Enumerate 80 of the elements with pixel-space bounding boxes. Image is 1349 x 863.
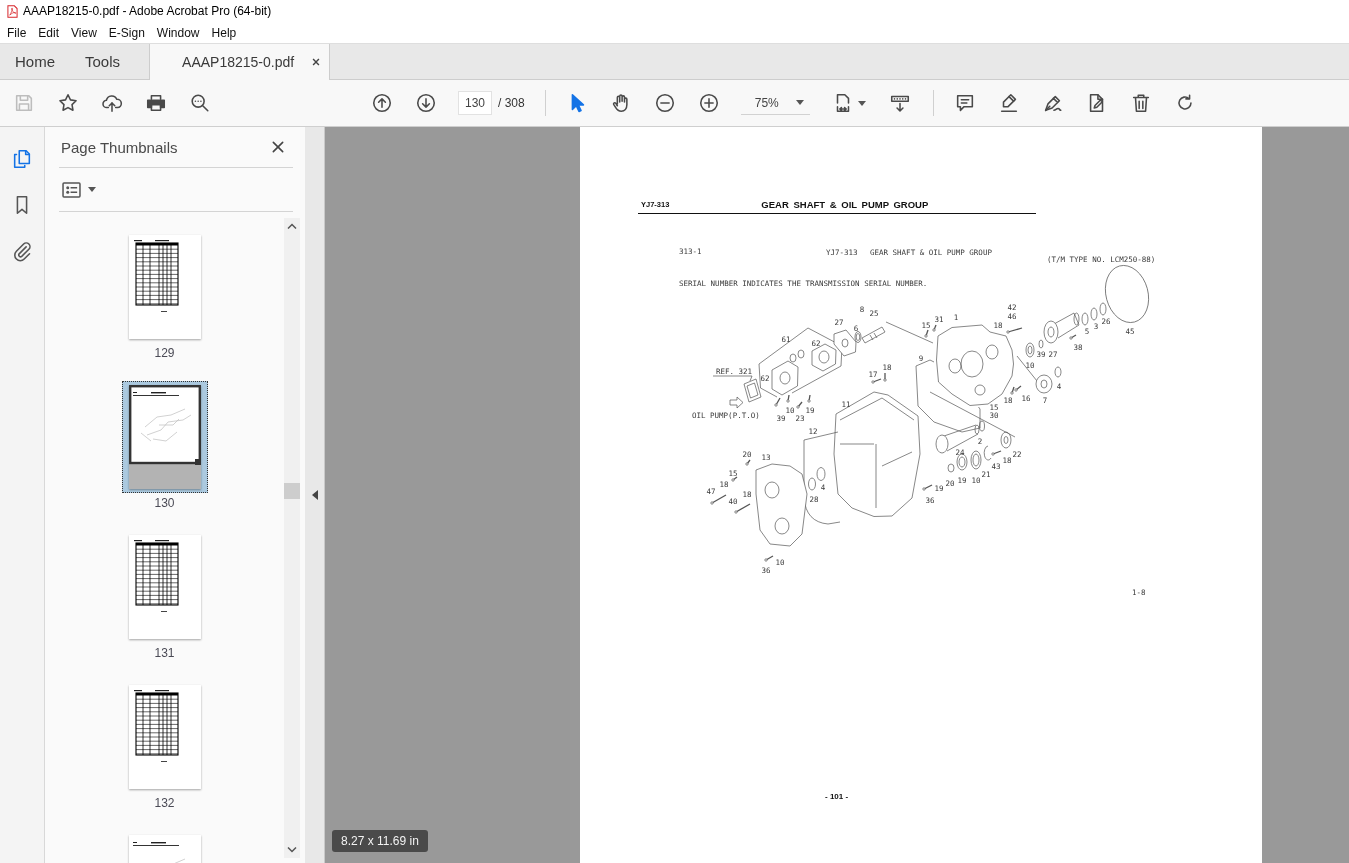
leader-line bbox=[712, 375, 753, 382]
bolt bbox=[991, 450, 1002, 456]
menu-item[interactable]: Help bbox=[205, 25, 243, 40]
pointer-arrow-icon bbox=[729, 396, 744, 409]
bolt bbox=[774, 397, 781, 407]
mounting-plate bbox=[833, 329, 857, 357]
caret-down-icon[interactable] bbox=[88, 187, 96, 192]
pump-shaft bbox=[861, 326, 886, 344]
tab[interactable]: Tools bbox=[70, 44, 136, 79]
menu-item[interactable]: E-Sign bbox=[102, 25, 151, 40]
page-size-tooltip: 8.27 x 11.69 in bbox=[332, 830, 428, 852]
collar-ring bbox=[979, 420, 985, 432]
paperclip-icon[interactable] bbox=[11, 240, 33, 262]
bolt bbox=[796, 401, 803, 409]
bolt bbox=[1069, 334, 1077, 340]
menu-item[interactable]: Window bbox=[150, 25, 206, 40]
arrow-down-circle-icon[interactable] bbox=[415, 92, 437, 114]
bolt bbox=[922, 484, 933, 491]
page-count: / 308 bbox=[498, 96, 525, 110]
gear-shaft bbox=[935, 424, 980, 454]
guide-line bbox=[1016, 355, 1038, 382]
bearing bbox=[970, 450, 982, 470]
bearing bbox=[956, 453, 968, 471]
page-number: - 101 - bbox=[825, 791, 849, 803]
collapse-arrow-icon[interactable] bbox=[311, 490, 318, 500]
caret-up-icon[interactable] bbox=[287, 223, 297, 229]
bolt bbox=[932, 324, 937, 332]
guide-line bbox=[885, 321, 934, 344]
washer bbox=[947, 463, 955, 473]
bolt bbox=[786, 394, 790, 403]
printer-icon[interactable] bbox=[145, 92, 167, 114]
star-icon[interactable] bbox=[57, 92, 79, 114]
output-shaft bbox=[1043, 312, 1080, 344]
page-number-label: 130 bbox=[154, 495, 175, 511]
zoom-field[interactable]: 75% bbox=[740, 91, 810, 115]
scrollbar-thumb[interactable] bbox=[284, 483, 300, 499]
scrollbar[interactable] bbox=[284, 218, 300, 858]
seal-ring bbox=[816, 467, 826, 481]
pages-icon[interactable] bbox=[11, 148, 33, 170]
oil-seal bbox=[854, 331, 862, 343]
menu-item[interactable]: File bbox=[1, 25, 33, 40]
bolt bbox=[807, 394, 811, 403]
menu-item[interactable]: Edit bbox=[32, 25, 66, 40]
seal-ring bbox=[1054, 366, 1062, 378]
zoom-in-icon[interactable] bbox=[697, 92, 720, 114]
pdf-file-icon bbox=[7, 4, 18, 18]
page-number-field[interactable]: 130 bbox=[458, 91, 492, 115]
tab[interactable]: AAAP18215-0.pdf bbox=[149, 44, 331, 80]
bolt bbox=[745, 459, 751, 466]
seal-ring bbox=[1038, 339, 1044, 349]
arrow-up-circle-icon[interactable] bbox=[371, 92, 393, 114]
close-icon[interactable] bbox=[311, 57, 322, 67]
options-list-icon[interactable] bbox=[62, 181, 81, 198]
close-icon[interactable] bbox=[270, 139, 286, 155]
search-icon[interactable] bbox=[189, 92, 211, 114]
cloud-upload-icon[interactable] bbox=[101, 92, 123, 114]
page-number-label: 132 bbox=[154, 795, 175, 811]
panel-title: Page Thumbnails bbox=[61, 138, 178, 156]
bolt bbox=[924, 329, 929, 338]
pump-gasket bbox=[743, 378, 762, 403]
tab[interactable]: Home bbox=[0, 44, 70, 79]
bolt bbox=[734, 503, 751, 514]
window-title: AAAP18215-0.pdf - Adobe Acrobat Pro (64-bit) bbox=[23, 4, 272, 18]
page-thumbnail[interactable] bbox=[121, 381, 208, 493]
bolt bbox=[1006, 327, 1023, 334]
bolt bbox=[731, 476, 738, 482]
caret-down-icon[interactable] bbox=[857, 100, 866, 106]
flange bbox=[1000, 431, 1012, 449]
page-number-label: 129 bbox=[154, 345, 175, 361]
bolt bbox=[710, 494, 727, 505]
bolt bbox=[764, 555, 774, 562]
caret-down-icon[interactable] bbox=[287, 847, 297, 853]
page-number-label: 131 bbox=[154, 645, 175, 661]
menu-item[interactable]: View bbox=[65, 25, 103, 40]
bearing bbox=[1025, 342, 1035, 358]
snap-ring bbox=[983, 445, 992, 461]
companion-flange bbox=[1035, 374, 1053, 394]
page-header-title: GEAR SHAFT & OIL PUMP GROUP bbox=[761, 198, 929, 210]
caret-down-icon bbox=[795, 100, 804, 105]
zoom-out-icon[interactable] bbox=[653, 92, 676, 114]
